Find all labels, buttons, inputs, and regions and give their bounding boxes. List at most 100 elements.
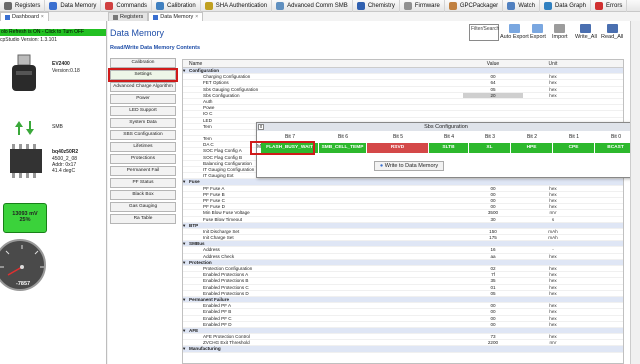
toolbar-chemistry-button[interactable]: Chemistry (353, 0, 400, 12)
filter-search-input[interactable]: Filter/Search (469, 24, 499, 41)
bit-value-xl[interactable]: XL (469, 143, 511, 153)
row-value[interactable]: 35 (463, 278, 523, 283)
category-system-data-button[interactable]: System Data (110, 118, 176, 128)
row-value[interactable]: 64 (463, 80, 523, 85)
auto-export-button[interactable]: Auto Export (500, 24, 529, 40)
category-gas-gauging-button[interactable]: Gas Gauging (110, 202, 176, 212)
row-value[interactable]: 00 (463, 74, 523, 79)
category-black-box-button[interactable]: Black Box (110, 190, 176, 200)
row-value[interactable]: 3500 (463, 210, 523, 215)
tab-data-memory[interactable]: Data Memory × (148, 12, 204, 21)
row-unit: hex (549, 204, 557, 210)
bit-value-hpe[interactable]: HPE (511, 143, 553, 153)
toolbar-calibration-button[interactable]: Calibration (152, 0, 201, 12)
close-icon[interactable]: × (195, 14, 198, 20)
bit-value-rsvd[interactable]: RSVD (367, 143, 429, 153)
category-sbs-configuration-button[interactable]: SBS Configuration (110, 130, 176, 140)
row-value[interactable]: 2200 (463, 340, 523, 345)
row-name: Min Blow Fuse Voltage (203, 210, 250, 216)
auto-export-icon (508, 24, 520, 33)
row-value[interactable]: aa (463, 254, 523, 259)
row-name: Sbs Gauging Configuration (203, 86, 259, 92)
write-all-button[interactable]: Write_All (575, 24, 597, 40)
category-settings-button[interactable]: Settings (108, 68, 178, 82)
gauge-temperature: 41.4 degC (52, 168, 76, 174)
toolbar-label: Advanced Comm SMB (287, 2, 348, 9)
row-value[interactable]: 20 (463, 92, 523, 98)
category-calibration-button[interactable]: Calibration (110, 58, 176, 68)
studio-version: cpStudio Version: 1.3.101 (0, 37, 57, 43)
toolbar-gpcpackager-button[interactable]: GPCPackager (445, 0, 504, 12)
row-value[interactable]: 00 (463, 322, 523, 327)
category-permanent-fail-button[interactable]: Permanent Fail (110, 166, 176, 176)
row-value[interactable]: 05 (463, 87, 523, 92)
row-value[interactable]: 00 (463, 198, 523, 203)
row-value[interactable] (463, 111, 523, 116)
row-value (463, 241, 523, 246)
category-pf-status-button[interactable]: PF Status (110, 178, 176, 188)
bit-value-sltb[interactable]: SLTB (429, 143, 469, 153)
popup-title-bar: x Sbs Configuration (257, 123, 635, 131)
row-unit (523, 297, 583, 302)
tab-dashboard[interactable]: Dashboard × (0, 12, 49, 21)
import-button[interactable]: Import (552, 24, 568, 40)
close-icon[interactable]: x (258, 124, 264, 130)
bus-type: SMB (52, 124, 63, 130)
row-value[interactable]: 00 (463, 309, 523, 314)
export-button[interactable]: Export (530, 24, 546, 40)
category-advanced-charge-algorithm-button[interactable]: Advanced Charge Algorithm (110, 82, 176, 92)
category-protections-button[interactable]: Protections (110, 154, 176, 164)
row-value[interactable]: 150 (463, 229, 523, 234)
toolbar-errors-button[interactable]: Errors (591, 0, 628, 12)
row-value[interactable]: 02 (463, 266, 523, 271)
toolbar-commands-button[interactable]: Commands (101, 0, 153, 12)
row-value[interactable]: 01 (463, 285, 523, 290)
watch-icon (507, 1, 516, 10)
toolbar-registers-button[interactable]: Registers (0, 0, 46, 12)
row-value[interactable] (463, 99, 523, 104)
toolbar-data-memory-button[interactable]: Data Memory (45, 0, 102, 12)
row-value[interactable]: 05 (463, 291, 523, 296)
header-unit[interactable]: Unit (523, 60, 583, 67)
auto-refresh-toggle[interactable]: olo Refresh is ON - Click to Turn OFF (0, 29, 106, 36)
read-all-button[interactable]: Read_All (601, 24, 623, 40)
row-value[interactable]: 00 (463, 204, 523, 209)
row-value[interactable]: 73 (463, 334, 523, 339)
row-unit: hex (549, 253, 557, 259)
header-value[interactable]: Value (463, 60, 523, 67)
category-led-support-button[interactable]: LED Support (110, 106, 176, 116)
category-ra-table-button[interactable]: Ra Table (110, 214, 176, 224)
write-to-data-memory-button[interactable]: ● Write to Data Memory (374, 161, 444, 171)
row-value[interactable]: 30 (463, 217, 523, 222)
toolbar-sha-authentication-button[interactable]: SHA Authentication (201, 0, 273, 12)
row-value[interactable]: 00 (463, 192, 523, 197)
row-value[interactable]: 00 (463, 186, 523, 191)
bit-header: Bit 2 (526, 134, 537, 140)
graph-icon (543, 1, 552, 10)
category-lifetimes-button[interactable]: Lifetimes (110, 142, 176, 152)
row-name: BTP (189, 222, 199, 228)
toolbar-advanced-comm-smb-button[interactable]: Advanced Comm SMB (272, 0, 353, 12)
flash-busy-wait-highlight (250, 141, 315, 155)
row-name: ZVCHG Exit Threshold (203, 340, 250, 346)
toolbar-label: Registers (15, 2, 41, 9)
toolbar-firmware-button[interactable]: Firmware (400, 0, 445, 12)
row-value[interactable] (463, 105, 523, 110)
toolbar-label: Data Graph (554, 2, 586, 9)
toolbar-data-graph-button[interactable]: Data Graph (540, 0, 591, 12)
vertical-scrollbar[interactable] (630, 21, 640, 364)
close-icon[interactable]: × (41, 14, 44, 20)
row-value[interactable]: 7f (463, 272, 523, 277)
grid-section-row[interactable]: ▾ Manufacturing (183, 346, 623, 353)
category-power-button[interactable]: Power (110, 94, 176, 104)
header-name[interactable]: Name (187, 60, 463, 67)
tab-registers[interactable]: Registers (108, 12, 149, 21)
toolbar-watch-button[interactable]: Watch (503, 0, 540, 12)
row-value[interactable]: 16 (463, 247, 523, 252)
row-name: SMBus (189, 241, 205, 247)
bit-value-smb-cell-temp[interactable]: SMB_CELL_TEMP (319, 143, 367, 153)
row-value[interactable]: 00 (463, 316, 523, 321)
bit-value-cpe[interactable]: CPE (553, 143, 595, 153)
row-value[interactable]: 175 (463, 235, 523, 240)
row-value[interactable]: 00 (463, 303, 523, 308)
